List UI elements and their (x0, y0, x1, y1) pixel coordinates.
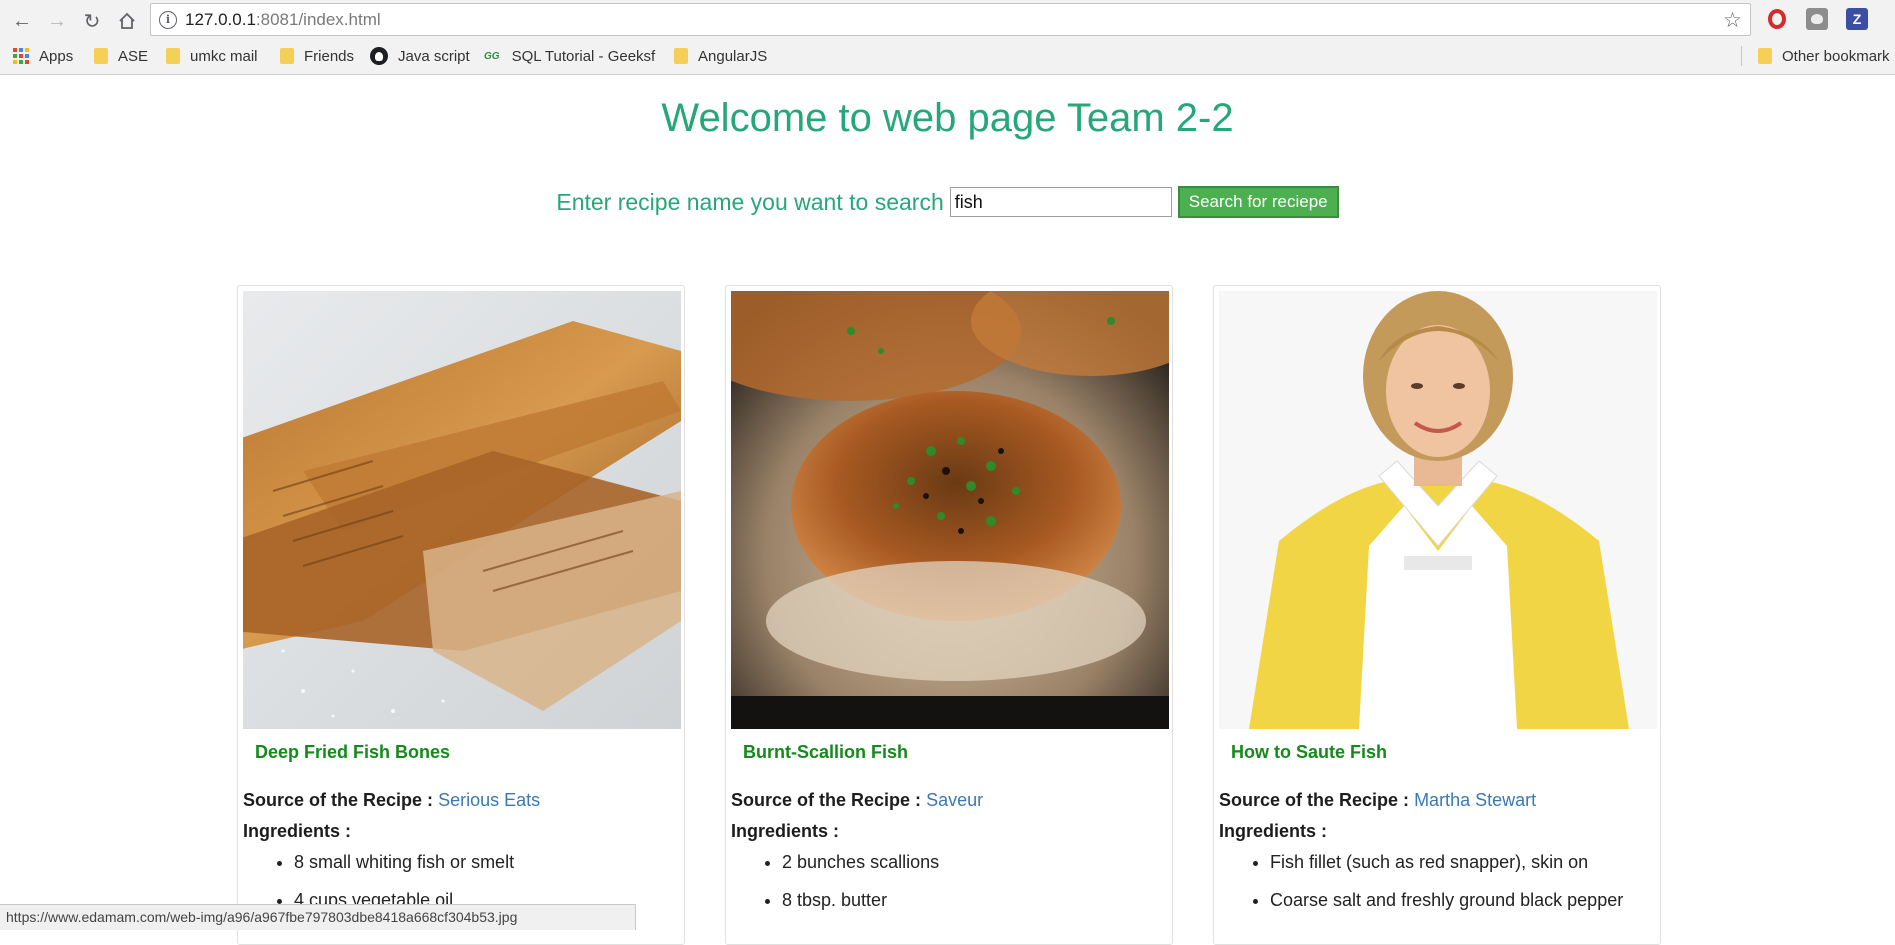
url-path: :8081/index.html (255, 9, 381, 29)
recipe-image-fried-fish-bones[interactable] (243, 291, 681, 729)
bookmark-umkc-mail[interactable]: umkc mail (166, 44, 258, 68)
back-button[interactable]: ← (8, 7, 36, 35)
bookmark-label: Java script (398, 47, 470, 65)
ingredient-item: Fish fillet (such as red snapper), skin … (1270, 851, 1623, 889)
arrow-left-icon: ← (12, 9, 32, 32)
opera-icon (1768, 9, 1786, 29)
folder-icon (94, 48, 108, 64)
arrow-right-icon: → (47, 9, 67, 32)
ingredient-item: 2 bunches scallions (782, 851, 939, 889)
bookmark-label: ASE (118, 47, 149, 65)
recipe-source: Source of the Recipe : Saveur (731, 790, 983, 811)
bookmark-label: Friends (304, 47, 355, 65)
bookmark-label: SQL Tutorial - Geeksf (511, 47, 656, 65)
recipe-source: Source of the Recipe : Martha Stewart (1219, 790, 1536, 811)
ingredients-list: 2 bunches scallions 8 tbsp. butter (731, 851, 939, 927)
opera-extension-button[interactable] (1766, 8, 1788, 30)
folder-icon (166, 48, 180, 64)
bookmark-label: umkc mail (190, 47, 258, 65)
source-link[interactable]: Serious Eats (438, 790, 540, 810)
search-input[interactable] (949, 187, 1172, 217)
ingredient-item: Coarse salt and freshly ground black pep… (1270, 889, 1623, 927)
ingredients-label: Ingredients : (243, 821, 352, 841)
recipe-cards: Deep Fried Fish Bones Source of the Reci… (237, 285, 1662, 945)
bookmarks-bar: Apps ASE umkc mail Friends Java script G… (0, 44, 1895, 68)
bookmark-other[interactable]: Other bookmark (1758, 44, 1890, 68)
bookmarks-separator (1741, 46, 1742, 66)
page-title: Welcome to web page Team 2-2 (661, 96, 1234, 140)
recipe-image-saute-fish[interactable] (1219, 291, 1657, 729)
github-icon (370, 47, 388, 65)
browser-chrome: ← → ↻ i 127.0.0.1:8081/index.html ☆ Z Ap… (0, 0, 1895, 75)
reload-icon: ↻ (83, 10, 101, 33)
folder-icon (1758, 48, 1772, 64)
home-icon (119, 12, 135, 29)
z-extension-button[interactable]: Z (1846, 8, 1868, 30)
address-bar[interactable]: i 127.0.0.1:8081/index.html ☆ (150, 3, 1751, 36)
recipe-title-link[interactable]: Burnt-Scallion Fish (743, 742, 908, 763)
ingredients-list: Fish fillet (such as red snapper), skin … (1219, 851, 1623, 927)
bookmark-java-script[interactable]: Java script (370, 44, 470, 68)
reload-button[interactable]: ↻ (78, 7, 106, 35)
folder-icon (280, 48, 294, 64)
recipe-source: Source of the Recipe : Serious Eats (243, 790, 540, 811)
bookmark-apps[interactable]: Apps (13, 44, 73, 68)
bookmark-label: AngularJS (698, 47, 768, 65)
folder-icon (674, 48, 688, 64)
geeksforgeeks-icon: GG (484, 50, 500, 62)
ingredient-item: 8 tbsp. butter (782, 889, 939, 927)
search-label: Enter recipe name you want to search (556, 188, 944, 215)
source-label: Source of the Recipe : (243, 790, 434, 810)
chat-extension-button[interactable] (1806, 8, 1828, 30)
recipe-card: Deep Fried Fish Bones Source of the Reci… (237, 285, 685, 945)
source-label: Source of the Recipe : (1219, 790, 1410, 810)
search-button[interactable]: Search for reciepe (1177, 186, 1339, 218)
source-link[interactable]: Martha Stewart (1414, 790, 1536, 810)
bookmark-sql-tutorial[interactable]: GG SQL Tutorial - Geeksf (484, 44, 655, 68)
search-form: Enter recipe name you want to search Sea… (0, 186, 1895, 218)
recipe-card: How to Saute Fish Source of the Recipe :… (1213, 285, 1661, 945)
bookmark-star-icon[interactable]: ☆ (1723, 8, 1742, 33)
ingredients-label: Ingredients : (731, 821, 840, 841)
ingredients-label: Ingredients : (1219, 821, 1328, 841)
forward-button[interactable]: → (43, 7, 71, 35)
bookmark-label: Other bookmark (1782, 47, 1890, 65)
recipe-title-link[interactable]: How to Saute Fish (1231, 742, 1387, 763)
source-link[interactable]: Saveur (926, 790, 983, 810)
home-button[interactable] (113, 7, 141, 35)
ingredient-item: 8 small whiting fish or smelt (294, 851, 514, 889)
recipe-image-burnt-scallion-fish[interactable] (731, 291, 1169, 729)
status-bar-url: https://www.edamam.com/web-img/a96/a967f… (0, 904, 636, 930)
bookmark-ase[interactable]: ASE (94, 44, 148, 68)
apps-grid-icon (13, 48, 29, 64)
info-icon[interactable]: i (159, 10, 177, 29)
chat-bubble-icon (1811, 14, 1823, 24)
z-extension-label: Z (1852, 11, 1862, 27)
source-label: Source of the Recipe : (731, 790, 922, 810)
url-host: 127.0.0.1 (185, 9, 256, 29)
recipe-title-link[interactable]: Deep Fried Fish Bones (255, 742, 450, 763)
recipe-card: Burnt-Scallion Fish Source of the Recipe… (725, 285, 1173, 945)
bookmark-label: Apps (39, 47, 74, 65)
bookmark-friends[interactable]: Friends (280, 44, 354, 68)
bookmark-angularjs[interactable]: AngularJS (674, 44, 767, 68)
